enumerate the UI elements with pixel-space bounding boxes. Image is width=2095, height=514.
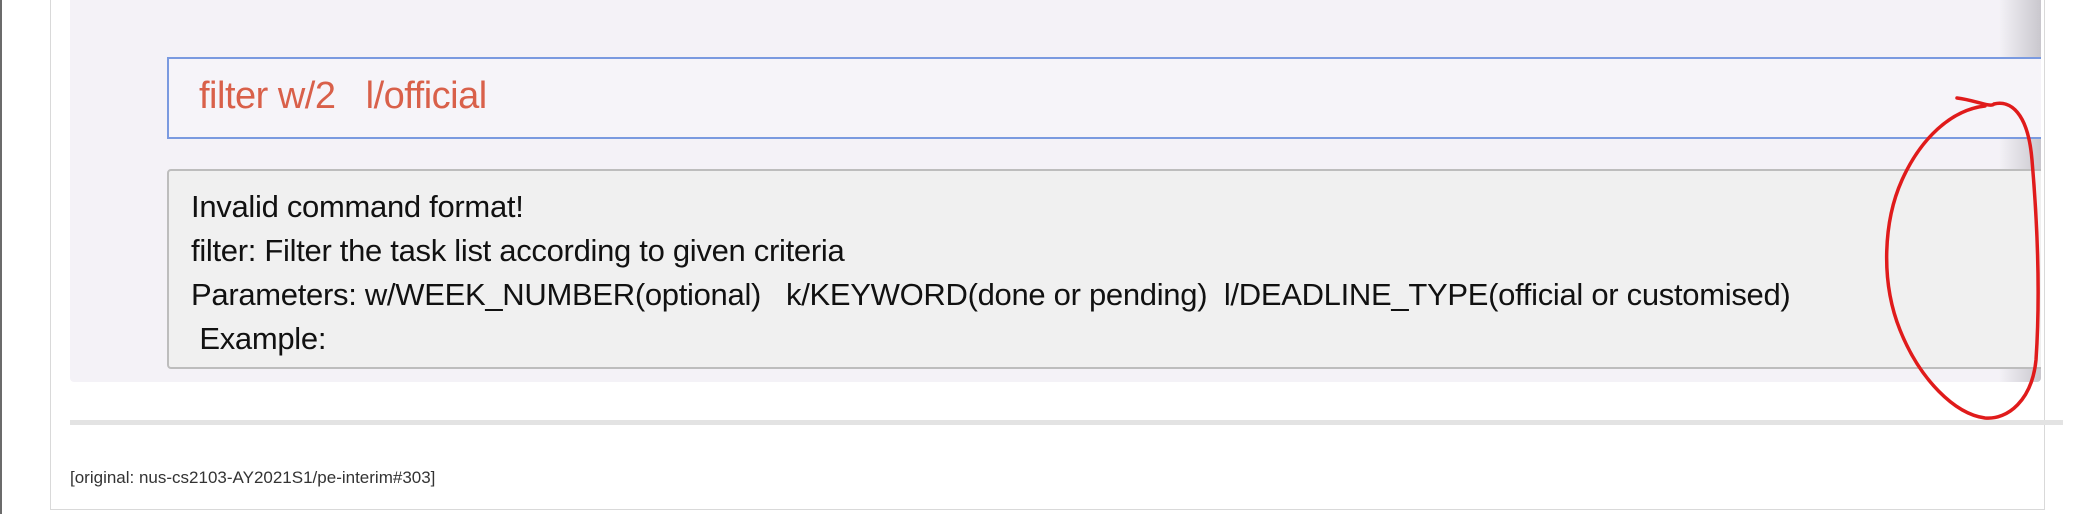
- original-issue-reference: [original: nus-cs2103-AY2021S1/pe-interi…: [70, 468, 436, 487]
- result-line: Example:: [191, 321, 327, 356]
- result-line: Parameters: w/WEEK_NUMBER(optional) k/KE…: [191, 277, 1791, 312]
- result-line: Invalid command format!: [191, 189, 524, 224]
- command-input-text[interactable]: filter w/2 l/official: [199, 75, 487, 118]
- command-input-box[interactable]: filter w/2 l/official: [167, 57, 2041, 139]
- section-divider: [70, 420, 2063, 425]
- page-left-border: [0, 0, 2, 514]
- app-window-screenshot: filter w/2 l/official Invalid command fo…: [70, 0, 2041, 382]
- result-line: filter: Filter the task list according t…: [191, 233, 845, 268]
- result-display-box: Invalid command format! filter: Filter t…: [167, 169, 2041, 369]
- result-display-text: Invalid command format! filter: Filter t…: [191, 185, 1791, 361]
